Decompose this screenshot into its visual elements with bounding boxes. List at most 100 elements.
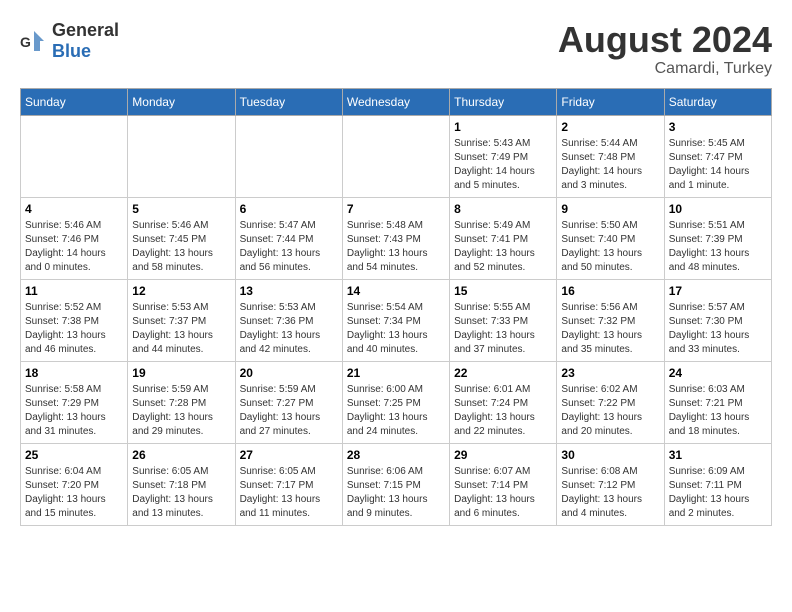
calendar-cell: 4Sunrise: 5:46 AM Sunset: 7:46 PM Daylig… [21, 197, 128, 279]
calendar-cell [128, 115, 235, 197]
calendar-cell: 15Sunrise: 5:55 AM Sunset: 7:33 PM Dayli… [450, 279, 557, 361]
day-number: 13 [240, 284, 338, 298]
day-number: 3 [669, 120, 767, 134]
day-info: Sunrise: 5:48 AM Sunset: 7:43 PM Dayligh… [347, 219, 445, 275]
calendar-cell: 25Sunrise: 6:04 AM Sunset: 7:20 PM Dayli… [21, 443, 128, 525]
week-row-1: 1 Sunrise: 5:43 AM Sunset: 7:49 PM Daylig… [21, 115, 772, 197]
day-number: 18 [25, 366, 123, 380]
calendar-cell: 6Sunrise: 5:47 AM Sunset: 7:44 PM Daylig… [235, 197, 342, 279]
day-number: 22 [454, 366, 552, 380]
day-number: 31 [669, 448, 767, 462]
calendar-cell: 9 Sunrise: 5:50 AM Sunset: 7:40 PM Daylig… [557, 197, 664, 279]
day-info: Sunrise: 5:47 AM Sunset: 7:44 PM Dayligh… [240, 219, 338, 275]
day-info: Sunrise: 6:08 AM Sunset: 7:12 PM Dayligh… [561, 465, 659, 521]
day-number: 28 [347, 448, 445, 462]
location-title: Camardi, Turkey [558, 60, 772, 78]
day-number: 9 [561, 202, 659, 216]
day-info: Sunrise: 5:45 AM Sunset: 7:47 PM Dayligh… [669, 137, 767, 193]
calendar-cell: 17 Sunrise: 5:57 AM Sunset: 7:30 PM Dayli… [664, 279, 771, 361]
calendar-cell [235, 115, 342, 197]
logo-general: General [52, 20, 119, 40]
calendar-cell: 7 Sunrise: 5:48 AM Sunset: 7:43 PM Daylig… [342, 197, 449, 279]
day-number: 24 [669, 366, 767, 380]
day-info: Sunrise: 6:03 AM Sunset: 7:21 PM Dayligh… [669, 383, 767, 439]
day-number: 11 [25, 284, 123, 298]
calendar-cell: 20 Sunrise: 5:59 AM Sunset: 7:27 PM Dayli… [235, 361, 342, 443]
calendar-cell: 19 Sunrise: 5:59 AM Sunset: 7:28 PM Dayli… [128, 361, 235, 443]
day-info: Sunrise: 5:49 AM Sunset: 7:41 PM Dayligh… [454, 219, 552, 275]
day-number: 20 [240, 366, 338, 380]
day-info: Sunrise: 5:43 AM Sunset: 7:49 PM Dayligh… [454, 137, 552, 193]
calendar-cell: 1 Sunrise: 5:43 AM Sunset: 7:49 PM Daylig… [450, 115, 557, 197]
calendar-cell: 12Sunrise: 5:53 AM Sunset: 7:37 PM Dayli… [128, 279, 235, 361]
calendar-cell: 3 Sunrise: 5:45 AM Sunset: 7:47 PM Daylig… [664, 115, 771, 197]
day-info: Sunrise: 6:07 AM Sunset: 7:14 PM Dayligh… [454, 465, 552, 521]
day-number: 14 [347, 284, 445, 298]
day-number: 25 [25, 448, 123, 462]
logo: G General Blue [20, 20, 119, 62]
day-info: Sunrise: 5:54 AM Sunset: 7:34 PM Dayligh… [347, 301, 445, 357]
day-number: 1 [454, 120, 552, 134]
day-number: 23 [561, 366, 659, 380]
day-number: 10 [669, 202, 767, 216]
calendar-cell: 18 Sunrise: 5:58 AM Sunset: 7:29 PM Dayli… [21, 361, 128, 443]
calendar-cell: 30 Sunrise: 6:08 AM Sunset: 7:12 PM Dayli… [557, 443, 664, 525]
calendar-cell: 14 Sunrise: 5:54 AM Sunset: 7:34 PM Dayli… [342, 279, 449, 361]
column-header-saturday: Saturday [664, 88, 771, 115]
day-info: Sunrise: 5:51 AM Sunset: 7:39 PM Dayligh… [669, 219, 767, 275]
day-number: 7 [347, 202, 445, 216]
calendar-cell: 8 Sunrise: 5:49 AM Sunset: 7:41 PM Daylig… [450, 197, 557, 279]
day-number: 21 [347, 366, 445, 380]
day-info: Sunrise: 5:59 AM Sunset: 7:28 PM Dayligh… [132, 383, 230, 439]
calendar-cell: 21 Sunrise: 6:00 AM Sunset: 7:25 PM Dayli… [342, 361, 449, 443]
day-number: 2 [561, 120, 659, 134]
day-number: 27 [240, 448, 338, 462]
calendar-cell: 28Sunrise: 6:06 AM Sunset: 7:15 PM Dayli… [342, 443, 449, 525]
calendar-cell: 29Sunrise: 6:07 AM Sunset: 7:14 PM Dayli… [450, 443, 557, 525]
day-number: 15 [454, 284, 552, 298]
day-number: 17 [669, 284, 767, 298]
day-info: Sunrise: 6:05 AM Sunset: 7:17 PM Dayligh… [240, 465, 338, 521]
calendar-cell [342, 115, 449, 197]
month-year-title: August 2024 [558, 20, 772, 60]
day-info: Sunrise: 5:53 AM Sunset: 7:36 PM Dayligh… [240, 301, 338, 357]
page-header: G General Blue August 2024 Camardi, Turk… [20, 20, 772, 78]
title-block: August 2024 Camardi, Turkey [558, 20, 772, 78]
day-info: Sunrise: 6:01 AM Sunset: 7:24 PM Dayligh… [454, 383, 552, 439]
day-info: Sunrise: 5:50 AM Sunset: 7:40 PM Dayligh… [561, 219, 659, 275]
day-info: Sunrise: 5:58 AM Sunset: 7:29 PM Dayligh… [25, 383, 123, 439]
calendar-cell: 10 Sunrise: 5:51 AM Sunset: 7:39 PM Dayli… [664, 197, 771, 279]
column-header-thursday: Thursday [450, 88, 557, 115]
day-number: 26 [132, 448, 230, 462]
calendar-header-row: SundayMondayTuesdayWednesdayThursdayFrid… [21, 88, 772, 115]
calendar-cell: 16Sunrise: 5:56 AM Sunset: 7:32 PM Dayli… [557, 279, 664, 361]
week-row-4: 18 Sunrise: 5:58 AM Sunset: 7:29 PM Dayli… [21, 361, 772, 443]
column-header-monday: Monday [128, 88, 235, 115]
day-number: 4 [25, 202, 123, 216]
day-number: 19 [132, 366, 230, 380]
calendar-cell: 5Sunrise: 5:46 AM Sunset: 7:45 PM Daylig… [128, 197, 235, 279]
column-header-tuesday: Tuesday [235, 88, 342, 115]
day-number: 30 [561, 448, 659, 462]
day-info: Sunrise: 5:57 AM Sunset: 7:30 PM Dayligh… [669, 301, 767, 357]
day-info: Sunrise: 6:00 AM Sunset: 7:25 PM Dayligh… [347, 383, 445, 439]
day-info: Sunrise: 6:02 AM Sunset: 7:22 PM Dayligh… [561, 383, 659, 439]
day-info: Sunrise: 5:59 AM Sunset: 7:27 PM Dayligh… [240, 383, 338, 439]
column-header-friday: Friday [557, 88, 664, 115]
day-info: Sunrise: 6:09 AM Sunset: 7:11 PM Dayligh… [669, 465, 767, 521]
calendar-cell: 26 Sunrise: 6:05 AM Sunset: 7:18 PM Dayli… [128, 443, 235, 525]
day-info: Sunrise: 5:56 AM Sunset: 7:32 PM Dayligh… [561, 301, 659, 357]
calendar-cell: 24 Sunrise: 6:03 AM Sunset: 7:21 PM Dayli… [664, 361, 771, 443]
day-info: Sunrise: 5:53 AM Sunset: 7:37 PM Dayligh… [132, 301, 230, 357]
day-info: Sunrise: 6:05 AM Sunset: 7:18 PM Dayligh… [132, 465, 230, 521]
svg-text:G: G [20, 34, 31, 50]
calendar-table: SundayMondayTuesdayWednesdayThursdayFrid… [20, 88, 772, 526]
calendar-cell [21, 115, 128, 197]
week-row-5: 25Sunrise: 6:04 AM Sunset: 7:20 PM Dayli… [21, 443, 772, 525]
column-header-wednesday: Wednesday [342, 88, 449, 115]
day-number: 8 [454, 202, 552, 216]
logo-icon: G [20, 27, 48, 55]
day-info: Sunrise: 5:46 AM Sunset: 7:45 PM Dayligh… [132, 219, 230, 275]
week-row-3: 11Sunrise: 5:52 AM Sunset: 7:38 PM Dayli… [21, 279, 772, 361]
calendar-cell: 31 Sunrise: 6:09 AM Sunset: 7:11 PM Dayli… [664, 443, 771, 525]
